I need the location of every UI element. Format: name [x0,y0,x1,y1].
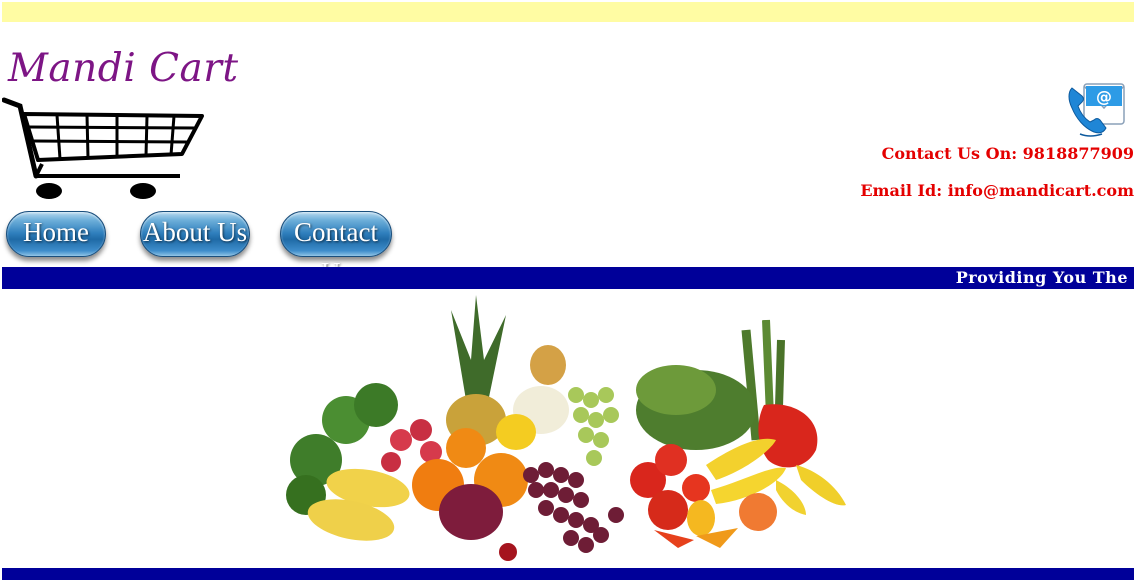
scrolling-marquee: Providing You The [2,267,1134,289]
marquee-text: Providing You The [955,268,1128,287]
site-logo[interactable]: Mandi Cart [2,42,238,210]
main-navigation: Home About Us Contact Us [4,211,404,287]
contact-email[interactable]: Email Id: info@mandicart.com [860,181,1134,200]
bottom-bar [2,568,1134,580]
nav-home-button[interactable]: Home [6,211,106,257]
svg-text:@: @ [1096,87,1112,106]
contact-info: @ Contact Us On: 9818877909 Email Id: in… [754,78,1134,208]
phone-email-icon: @ [1068,83,1125,137]
contact-phone: Contact Us On: 9818877909 [881,144,1134,163]
top-banner-strip [2,2,1134,22]
fruits-vegetables-image [286,295,846,561]
shopping-cart-icon [2,97,204,199]
nav-about-us-button[interactable]: About Us [140,211,250,257]
nav-contact-us-button[interactable]: Contact Us [280,211,392,287]
logo-title: Mandi Cart [8,46,239,91]
